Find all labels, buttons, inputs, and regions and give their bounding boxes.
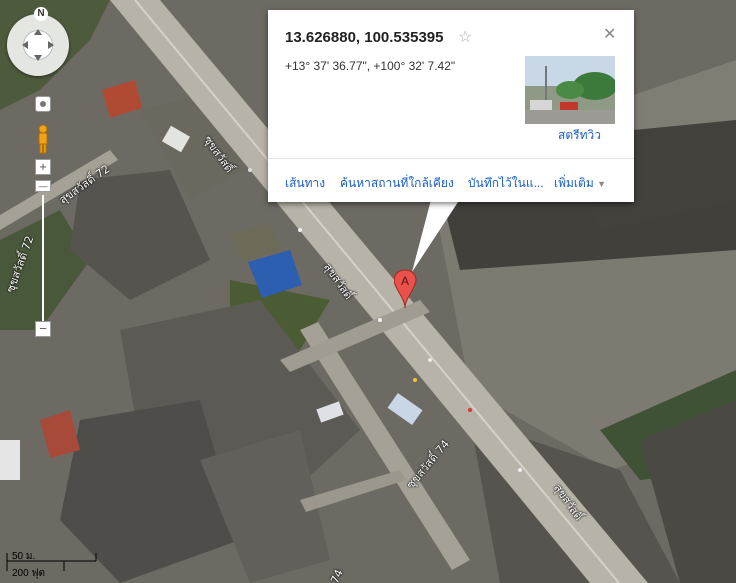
coordinates-title: 13.626880, 100.535395: [285, 29, 444, 46]
save-to-link[interactable]: บันทึกไว้ในแ...: [468, 174, 544, 193]
scale-imperial: 200 ฟุต: [12, 568, 46, 579]
search-nearby-link[interactable]: ค้นหาสถานที่ใกล้เคียง: [340, 174, 454, 193]
zoom-out-button[interactable]: −: [35, 321, 51, 337]
info-window: 13.626880, 100.535395 ☆ ✕ +13° 37' 36.77…: [268, 10, 634, 202]
more-label: เพิ่มเติม: [554, 176, 594, 190]
directions-link[interactable]: เส้นทาง: [285, 174, 325, 193]
pegman-icon[interactable]: [33, 124, 53, 154]
star-icon[interactable]: ☆: [458, 27, 472, 47]
pan-control[interactable]: [7, 14, 69, 76]
reset-view-button[interactable]: [35, 96, 51, 112]
infowindow-tail: [412, 196, 462, 272]
marker-label: A: [401, 274, 409, 288]
circle-dot-icon: [40, 101, 46, 107]
compass-north-icon[interactable]: N: [34, 7, 48, 21]
dms-coordinates: +13° 37' 36.77", +100° 32' 7.42": [285, 59, 456, 73]
streetview-thumbnail[interactable]: [525, 56, 615, 124]
close-icon[interactable]: ✕: [603, 24, 616, 44]
chevron-down-icon: ▼: [597, 179, 606, 189]
zoom-in-button[interactable]: +: [35, 159, 51, 175]
streetview-link[interactable]: สตรีทวิว: [558, 126, 601, 145]
pan-arrows-icon[interactable]: [7, 14, 69, 76]
divider: [268, 158, 634, 159]
zoom-slider-handle[interactable]: —: [35, 180, 51, 192]
streetview-image: [525, 56, 615, 124]
zoom-slider-track[interactable]: [42, 195, 44, 322]
more-link[interactable]: เพิ่มเติม ▼: [554, 174, 606, 193]
scale-metric: 50 ม.: [12, 551, 36, 562]
